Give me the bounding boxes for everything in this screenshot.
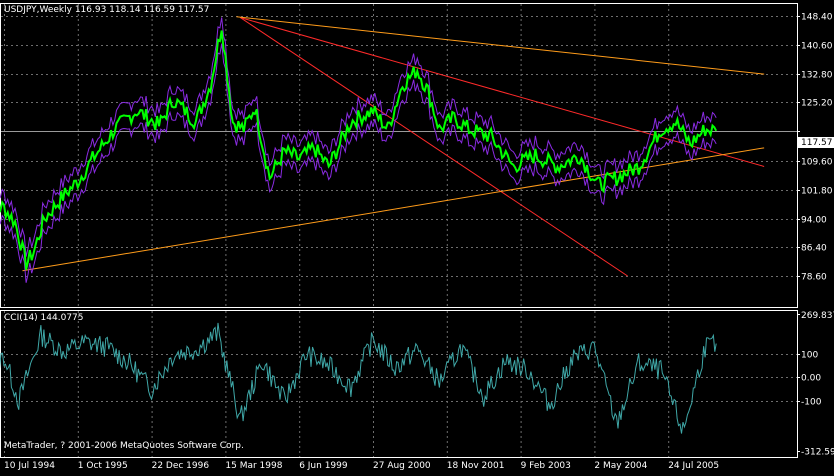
price-y-tick-label: 132.80: [801, 71, 833, 81]
current-price-label: 117.57: [801, 138, 833, 148]
cci-grid: [1, 311, 797, 457]
cci-y-tick-label: -312.591: [801, 448, 834, 458]
x-tick-label: 27 Aug 2000: [373, 461, 431, 471]
trendlines: [22, 16, 765, 277]
trendline-orange-upper[interactable]: [236, 16, 765, 75]
cci-series-line: [0, 322, 717, 434]
x-tick-label: 10 Jul 1994: [4, 461, 55, 471]
x-tick-label: 6 Jun 1999: [299, 461, 348, 471]
cci-y-tick-label: 269.837: [801, 311, 834, 321]
price-envelope-lower: [0, 43, 717, 283]
x-tick-label: 2 May 2004: [594, 461, 647, 471]
chart-canvas[interactable]: 148.40 140.60 132.80 125.20 109.60 101.80 94.0…: [0, 0, 834, 472]
x-tick-label: 24 Jul 2005: [668, 461, 719, 471]
x-tick-label: 18 Nov 2001: [447, 461, 505, 471]
cci-pane-frame: [0, 310, 798, 458]
price-y-tick-label: 140.60: [801, 42, 833, 52]
cci-y-tick-label: -100: [801, 398, 822, 408]
x-tick-label: 22 Dec 1996: [152, 461, 210, 471]
price-pane-frame: [0, 3, 798, 308]
price-y-tick-label: 148.40: [801, 13, 833, 23]
x-tick-label: 1 Oct 1995: [78, 461, 128, 471]
price-series-line: [0, 30, 718, 270]
trendline-orange-lower[interactable]: [22, 147, 765, 272]
price-y-tick-label: 101.80: [801, 187, 833, 197]
copyright-text: MetaTrader, ? 2001-2006 MetaQuotes Softw…: [4, 441, 244, 451]
cci-title: CCI(14) 144.0775: [4, 313, 84, 323]
price-y-tick-label: 125.20: [801, 99, 833, 109]
price-y-tick-label: 94.00: [801, 216, 827, 226]
price-envelope-upper: [0, 17, 717, 257]
x-tick-label: 15 Mar 1998: [225, 461, 282, 471]
price-y-tick-label: 109.60: [801, 158, 833, 168]
time-axis: 10 Jul 1994 1 Oct 1995 22 Dec 1996 15 Mar 1…: [4, 461, 719, 471]
price-grid: [1, 4, 797, 307]
chart-window[interactable]: 148.40 140.60 132.80 125.20 109.60 101.80 94.0…: [0, 0, 834, 472]
price-y-tick-label: 78.60: [801, 273, 827, 283]
cci-y-axis: 269.837 100 0.00 -100 -312.591: [797, 311, 834, 458]
x-tick-label: 9 Feb 2003: [521, 461, 571, 471]
price-y-tick-label: 86.40: [801, 244, 827, 254]
cci-y-tick-label: 100: [801, 351, 818, 361]
chart-title: USDJPY,Weekly 116.93 118.14 116.59 117.5…: [4, 5, 210, 15]
cci-y-tick-label: 0.00: [801, 374, 821, 384]
